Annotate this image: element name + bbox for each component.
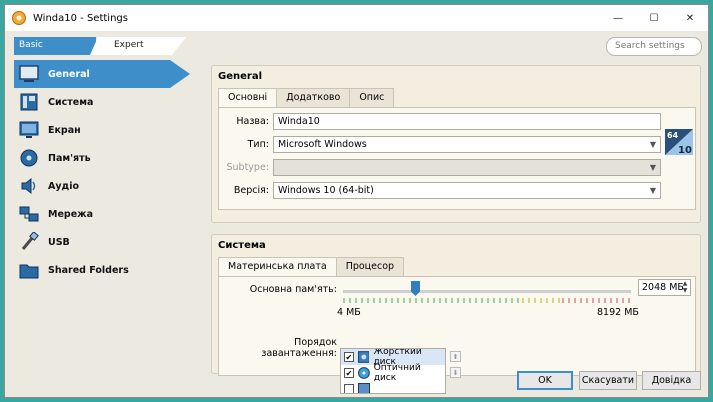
sidebar-item-label: Екран (48, 124, 81, 136)
memory-slider-scale (343, 298, 631, 303)
shared-folders-icon (19, 264, 39, 279)
spin-down-icon[interactable]: ▼ (681, 287, 689, 294)
name-field[interactable]: Winda10 (273, 113, 661, 130)
system-group-title: Система (218, 240, 266, 251)
version-select[interactable]: Windows 10 (64-bit) ▼ (273, 182, 661, 199)
os-badge-top: 64 (667, 131, 679, 140)
move-up-icon[interactable]: ⬆ (450, 351, 461, 362)
memory-max-label: 8192 МБ (597, 307, 639, 318)
tab-basic[interactable]: Основні (218, 88, 278, 108)
optical-disc-icon (357, 367, 370, 379)
memory-value: 2048 МБ (642, 282, 684, 293)
sidebar: General Система Екран Пам'ять Аудіо Мере… (14, 60, 190, 284)
close-icon: ✕ (685, 12, 695, 24)
chevron-down-icon: ▼ (649, 140, 656, 149)
virtualbox-icon (12, 11, 26, 25)
sidebar-item-label: USB (48, 236, 70, 248)
sidebar-item-label: Аудіо (48, 180, 80, 192)
general-group: General Основні Додатково Опис Назва: Wi… (211, 65, 701, 223)
sidebar-item-storage[interactable]: Пам'ять (14, 144, 190, 172)
general-group-title: General (218, 71, 262, 82)
spin-up-icon[interactable]: ▲ (681, 280, 689, 287)
storage-icon (20, 149, 38, 167)
tab-description[interactable]: Опис (349, 88, 395, 107)
sidebar-item-usb[interactable]: USB (14, 228, 190, 256)
scale-red (561, 298, 631, 303)
scale-green (343, 298, 522, 303)
network-icon (19, 206, 39, 222)
move-down-icon[interactable]: ⬇ (450, 367, 461, 378)
system-group: Система Материнська плата Процесор Основ… (211, 234, 701, 394)
general-tab-body: Назва: Winda10 Тип: Microsoft Windows ▼ … (218, 107, 696, 210)
floppy-icon (358, 383, 370, 393)
version-label: Версія: (233, 185, 269, 196)
type-label: Тип: (247, 139, 269, 150)
ok-button[interactable]: OK (517, 371, 573, 390)
mode-basic-tab[interactable]: Basic (14, 37, 96, 55)
system-icon (20, 93, 38, 111)
cancel-button[interactable]: Скасувати (579, 371, 637, 390)
window-controls: — ☐ ✕ (600, 5, 708, 31)
sidebar-item-label: Shared Folders (48, 264, 129, 276)
sidebar-item-label: Система (48, 96, 94, 108)
window-title: Winda10 - Settings (33, 12, 128, 24)
sidebar-item-audio[interactable]: Аудіо (14, 172, 190, 200)
general-tabs: Основні Додатково Опис (218, 88, 395, 108)
search-input[interactable]: Search settings (606, 37, 702, 56)
sidebar-item-network[interactable]: Мережа (14, 200, 190, 228)
help-button[interactable]: Довідка (642, 371, 701, 390)
boot-order-list: ✔ Жорсткий диск ✔ Оптичний диск (340, 348, 446, 394)
sidebar-item-label: Пам'ять (48, 152, 91, 164)
checkbox[interactable]: ✔ (344, 368, 354, 378)
windows-os-icon: 64 10 (665, 129, 693, 155)
settings-window: Winda10 - Settings — ☐ ✕ Basic Expert Se… (4, 4, 709, 398)
minimize-button[interactable]: — (600, 5, 636, 31)
maximize-icon: ☐ (649, 12, 659, 24)
hard-disk-icon (357, 351, 370, 363)
title-bar: Winda10 - Settings — ☐ ✕ (5, 5, 708, 31)
tab-advanced[interactable]: Додатково (276, 88, 351, 107)
tab-motherboard[interactable]: Материнська плата (218, 257, 337, 277)
name-label: Назва: (236, 116, 269, 127)
memory-spinbox[interactable]: 2048 МБ ▲ ▼ (638, 279, 691, 296)
sidebar-item-system[interactable]: Система (14, 88, 190, 116)
scale-yellow (521, 298, 562, 303)
mode-tabs: Basic Expert (14, 37, 186, 55)
type-value: Microsoft Windows (278, 139, 367, 150)
sidebar-item-label: General (48, 68, 90, 80)
memory-min-label: 4 МБ (337, 307, 361, 318)
chevron-down-icon: ▼ (649, 163, 656, 172)
maximize-button[interactable]: ☐ (636, 5, 672, 31)
audio-icon (21, 177, 36, 195)
minimize-icon: — (613, 12, 623, 24)
memory-slider-handle[interactable] (411, 281, 420, 296)
sidebar-item-general[interactable]: General (14, 60, 190, 88)
system-tab-body: Основна пам'ять: 4 МБ 8192 МБ 2048 МБ ▲ … (218, 276, 696, 394)
subtype-label: Subtype: (226, 162, 269, 173)
general-icon (19, 65, 39, 82)
tab-processor[interactable]: Процесор (335, 257, 405, 276)
os-badge-bottom: 10 (678, 145, 692, 155)
sidebar-item-shared-folders[interactable]: Shared Folders (14, 256, 190, 284)
usb-icon (21, 232, 39, 250)
sidebar-item-label: Мережа (48, 208, 94, 220)
version-value: Windows 10 (64-bit) (278, 185, 374, 196)
system-tabs: Материнська плата Процесор (218, 257, 405, 277)
display-icon (19, 121, 39, 138)
checkbox[interactable]: ✔ (344, 352, 354, 362)
sidebar-item-display[interactable]: Екран (14, 116, 190, 144)
memory-label: Основна пам'ять: (249, 284, 337, 295)
mode-expert-tab[interactable]: Expert (90, 37, 186, 55)
chevron-down-icon: ▼ (649, 186, 656, 195)
memory-slider-track[interactable] (343, 290, 631, 293)
checkbox[interactable] (344, 384, 354, 393)
subtype-select: ▼ (273, 159, 661, 176)
type-select[interactable]: Microsoft Windows ▼ (273, 136, 661, 153)
close-button[interactable]: ✕ (672, 5, 708, 31)
boot-item-label: Оптичний диск (373, 363, 421, 383)
list-item[interactable]: ✔ Оптичний диск (341, 363, 445, 383)
boot-order-label: Порядок завантаження: (261, 337, 337, 359)
